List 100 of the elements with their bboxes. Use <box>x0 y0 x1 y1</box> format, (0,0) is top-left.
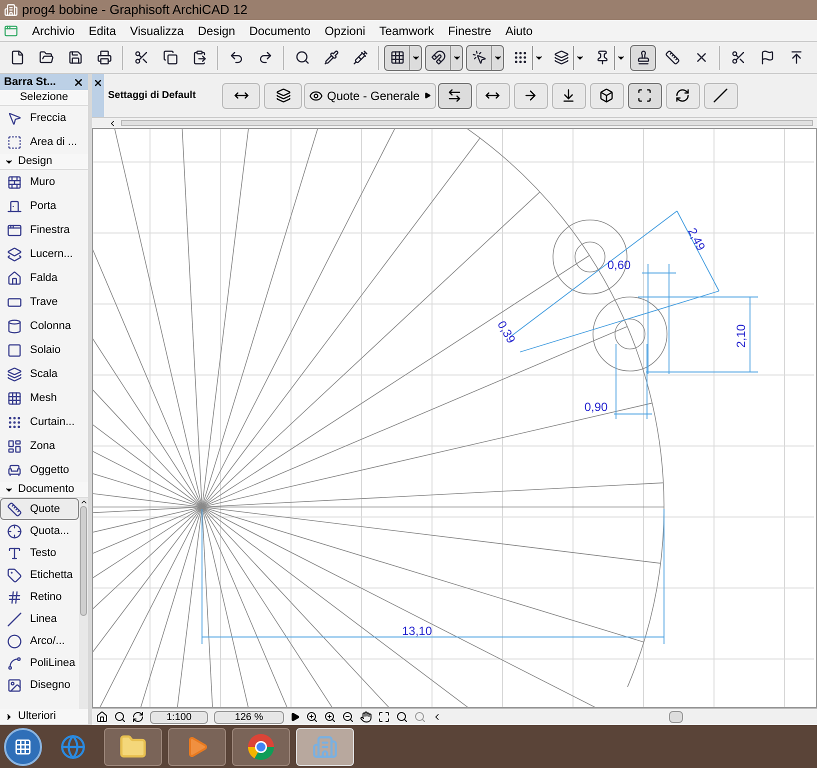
zoom-in-icon[interactable] <box>324 711 336 723</box>
app-icon <box>4 3 18 17</box>
menu-item[interactable]: Visualizza <box>130 22 184 40</box>
start-button[interactable] <box>4 728 42 766</box>
tool-item[interactable]: Etichetta <box>0 564 79 586</box>
info-box-handle[interactable] <box>92 74 104 117</box>
menu-item[interactable]: Finestre <box>448 22 492 40</box>
scrollbar[interactable] <box>79 498 88 709</box>
info-button[interactable] <box>438 82 472 108</box>
dropdown-button[interactable] <box>573 46 585 70</box>
info-box-title: Settaggi di Default <box>107 89 197 103</box>
dimension-chain-icon <box>447 88 462 103</box>
menu-item[interactable]: Design <box>198 22 236 40</box>
zoom-out-icon[interactable] <box>342 711 354 723</box>
menu-item[interactable]: Edita <box>88 22 116 40</box>
tool-item[interactable]: Mesh <box>0 386 88 410</box>
eyedropper-icon <box>324 50 338 65</box>
redo-icon <box>258 50 272 65</box>
menu-item[interactable]: Teamwork <box>379 22 434 40</box>
tool-item[interactable]: Solaio <box>0 338 88 362</box>
section-title: Design <box>18 154 52 170</box>
house-icon[interactable] <box>96 711 108 723</box>
panel-title: Barra St... <box>4 74 56 90</box>
arrow-down-line-icon <box>561 88 576 103</box>
info-button[interactable] <box>514 82 548 108</box>
info-button[interactable] <box>552 82 586 108</box>
menu-item[interactable]: Opzioni <box>324 22 366 40</box>
hand-icon[interactable] <box>360 711 372 723</box>
slash-icon <box>713 88 728 103</box>
close-icon[interactable] <box>93 78 103 88</box>
section-header[interactable]: Selezione <box>0 90 88 106</box>
tool-item[interactable]: Linea <box>0 608 79 630</box>
dropdown-button[interactable] <box>450 46 462 70</box>
tool-item[interactable]: Finestra <box>0 218 88 242</box>
layer-button[interactable]: Quote - Generale <box>304 82 436 108</box>
menu-item[interactable]: Archivio <box>32 22 75 40</box>
tool-item[interactable]: Retino <box>0 586 79 608</box>
stamp-icon <box>636 50 650 65</box>
tool-item[interactable]: Quote <box>0 498 79 520</box>
browser-logo-icon <box>247 732 275 760</box>
tool-item[interactable]: Trave <box>0 290 88 314</box>
tool-item[interactable]: Oggetto <box>0 458 88 482</box>
tool-item[interactable]: Lucern... <box>0 242 88 266</box>
tool-item[interactable]: Porta <box>0 194 88 218</box>
tool-item[interactable]: Arco/... <box>0 630 79 652</box>
tool-item[interactable]: Testo <box>0 542 79 564</box>
tool-item[interactable]: Falda <box>0 266 88 290</box>
dimension-label: 0,90 <box>584 400 608 414</box>
window-menu-icon[interactable] <box>4 24 18 38</box>
folder-icon <box>38 50 54 65</box>
tool-item[interactable]: Muro <box>0 170 88 194</box>
rotate-icon <box>675 88 690 103</box>
undo-icon <box>228 50 244 65</box>
section-header[interactable]: Documento <box>0 482 88 498</box>
tool-item[interactable]: Area di ... <box>0 130 88 154</box>
tool-item[interactable]: Freccia <box>0 106 88 130</box>
tool-item[interactable]: Disegno <box>0 674 79 696</box>
folder-icon <box>119 732 147 760</box>
tool-item[interactable]: PoliLinea <box>0 652 79 674</box>
menu-item[interactable]: Documento <box>249 22 311 40</box>
taskbar-app[interactable] <box>232 728 290 766</box>
dropdown-button[interactable] <box>491 46 503 70</box>
zoom-in-icon[interactable] <box>306 711 318 723</box>
close-icon[interactable] <box>73 76 84 88</box>
dropdown-button[interactable] <box>409 46 421 70</box>
info-button[interactable] <box>590 82 624 108</box>
scissors-icon <box>134 50 148 65</box>
dropdown-button[interactable] <box>614 46 626 70</box>
tool-item[interactable]: Scala <box>0 362 88 386</box>
section-header[interactable]: Design <box>0 154 88 170</box>
box-icon <box>599 88 614 103</box>
magnet-icon <box>430 50 446 65</box>
info-button[interactable] <box>476 82 510 108</box>
windows-logo-icon <box>14 738 32 756</box>
dimension-label: 0,60 <box>607 258 631 272</box>
fit-icon[interactable] <box>378 711 390 723</box>
section-header[interactable]: Ulteriori <box>0 709 88 725</box>
search-icon <box>294 50 310 65</box>
scale-field[interactable]: 1:100 <box>150 710 208 724</box>
pin-icon <box>594 50 610 65</box>
tool-item[interactable]: Colonna <box>0 314 88 338</box>
copy-icon <box>162 50 178 65</box>
tool-item[interactable]: Quota... <box>0 520 79 542</box>
zoom-field[interactable]: 126 % <box>214 710 284 724</box>
refresh-icon[interactable] <box>132 711 144 723</box>
dropdown-button[interactable] <box>532 46 544 70</box>
crosshair-icon <box>7 524 22 538</box>
info-button[interactable] <box>264 82 302 108</box>
info-button[interactable] <box>222 82 260 108</box>
info-button[interactable] <box>628 82 662 108</box>
tool-item[interactable]: Curtain... <box>0 410 88 434</box>
play-icon[interactable] <box>290 712 300 722</box>
letter-icon <box>7 546 22 560</box>
globe-icon <box>60 734 86 760</box>
taskbar-app[interactable] <box>104 728 162 766</box>
menu-item[interactable]: Aiuto <box>505 22 533 40</box>
tool-item[interactable]: Zona <box>0 434 88 458</box>
info-button[interactable] <box>666 82 700 108</box>
ruler-icon <box>664 50 680 65</box>
info-button[interactable] <box>704 82 738 108</box>
